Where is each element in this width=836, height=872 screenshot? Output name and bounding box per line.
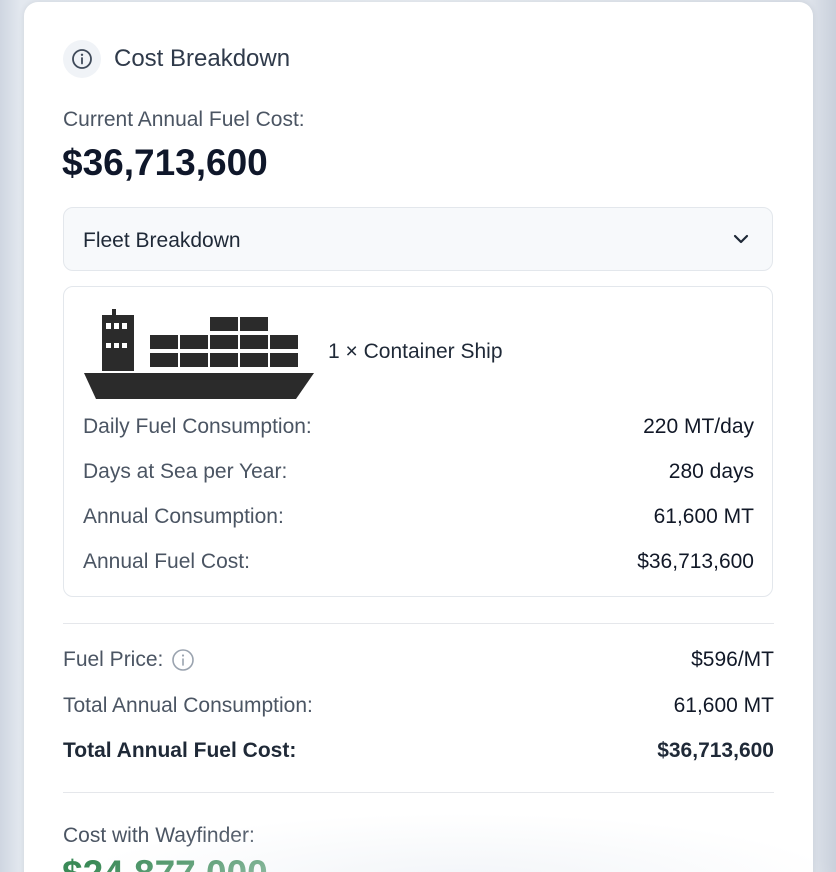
total-cost-row: Total Annual Fuel Cost: $36,713,600: [63, 739, 774, 763]
total-consumption-row: Total Annual Consumption: 61,600 MT: [63, 694, 774, 718]
vessel-row-annual-consumption: Annual Consumption: 61,600 MT: [83, 505, 754, 529]
row-value: $36,713,600: [637, 550, 754, 573]
divider: [63, 623, 774, 624]
row-label: Annual Fuel Cost:: [83, 550, 250, 573]
total-consumption-value: 61,600 MT: [673, 694, 774, 717]
fuel-price-info-icon[interactable]: [171, 648, 195, 672]
fuel-price-label: Fuel Price:: [63, 648, 164, 671]
wayfinder-cost-value: $24,877,000: [62, 853, 268, 872]
divider: [63, 792, 774, 793]
row-value: 280 days: [668, 460, 754, 483]
vessel-title: 1 × Container Ship: [328, 340, 503, 363]
page-title: Cost Breakdown: [114, 45, 291, 72]
chevron-down-icon: [732, 232, 750, 251]
vessel-row-annual-cost: Annual Fuel Cost: $36,713,600: [83, 550, 754, 574]
vessel-row-days-at-sea: Days at Sea per Year: 280 days: [83, 460, 754, 484]
row-value: 220 MT/day: [643, 415, 754, 438]
total-consumption-label: Total Annual Consumption:: [63, 694, 313, 717]
row-value: 61,600 MT: [653, 505, 754, 528]
current-cost-label: Current Annual Fuel Cost:: [63, 108, 305, 131]
fuel-price-value: $596/MT: [691, 648, 774, 671]
card-header: Cost Breakdown: [63, 40, 290, 78]
fuel-price-row: Fuel Price: $596/MT: [63, 648, 774, 672]
total-cost-value: $36,713,600: [657, 739, 774, 762]
vessel-row-daily-consumption: Daily Fuel Consumption: 220 MT/day: [83, 415, 754, 439]
row-label: Daily Fuel Consumption:: [83, 415, 312, 438]
vessel-card: 1 × Container Ship Daily Fuel Consumptio…: [63, 286, 773, 597]
container-ship-icon: [84, 307, 316, 404]
fuel-price-label-wrap: Fuel Price:: [63, 648, 195, 672]
info-icon: [63, 40, 101, 78]
row-label: Days at Sea per Year:: [83, 460, 288, 483]
wayfinder-cost-label: Cost with Wayfinder:: [63, 824, 255, 847]
row-label: Annual Consumption:: [83, 505, 284, 528]
fleet-breakdown-label: Fleet Breakdown: [83, 229, 241, 252]
total-cost-label: Total Annual Fuel Cost:: [63, 739, 297, 762]
current-cost-value: $36,713,600: [62, 142, 268, 183]
cost-breakdown-card: Cost Breakdown Current Annual Fuel Cost:…: [24, 2, 813, 872]
fleet-breakdown-dropdown[interactable]: Fleet Breakdown: [63, 207, 773, 271]
